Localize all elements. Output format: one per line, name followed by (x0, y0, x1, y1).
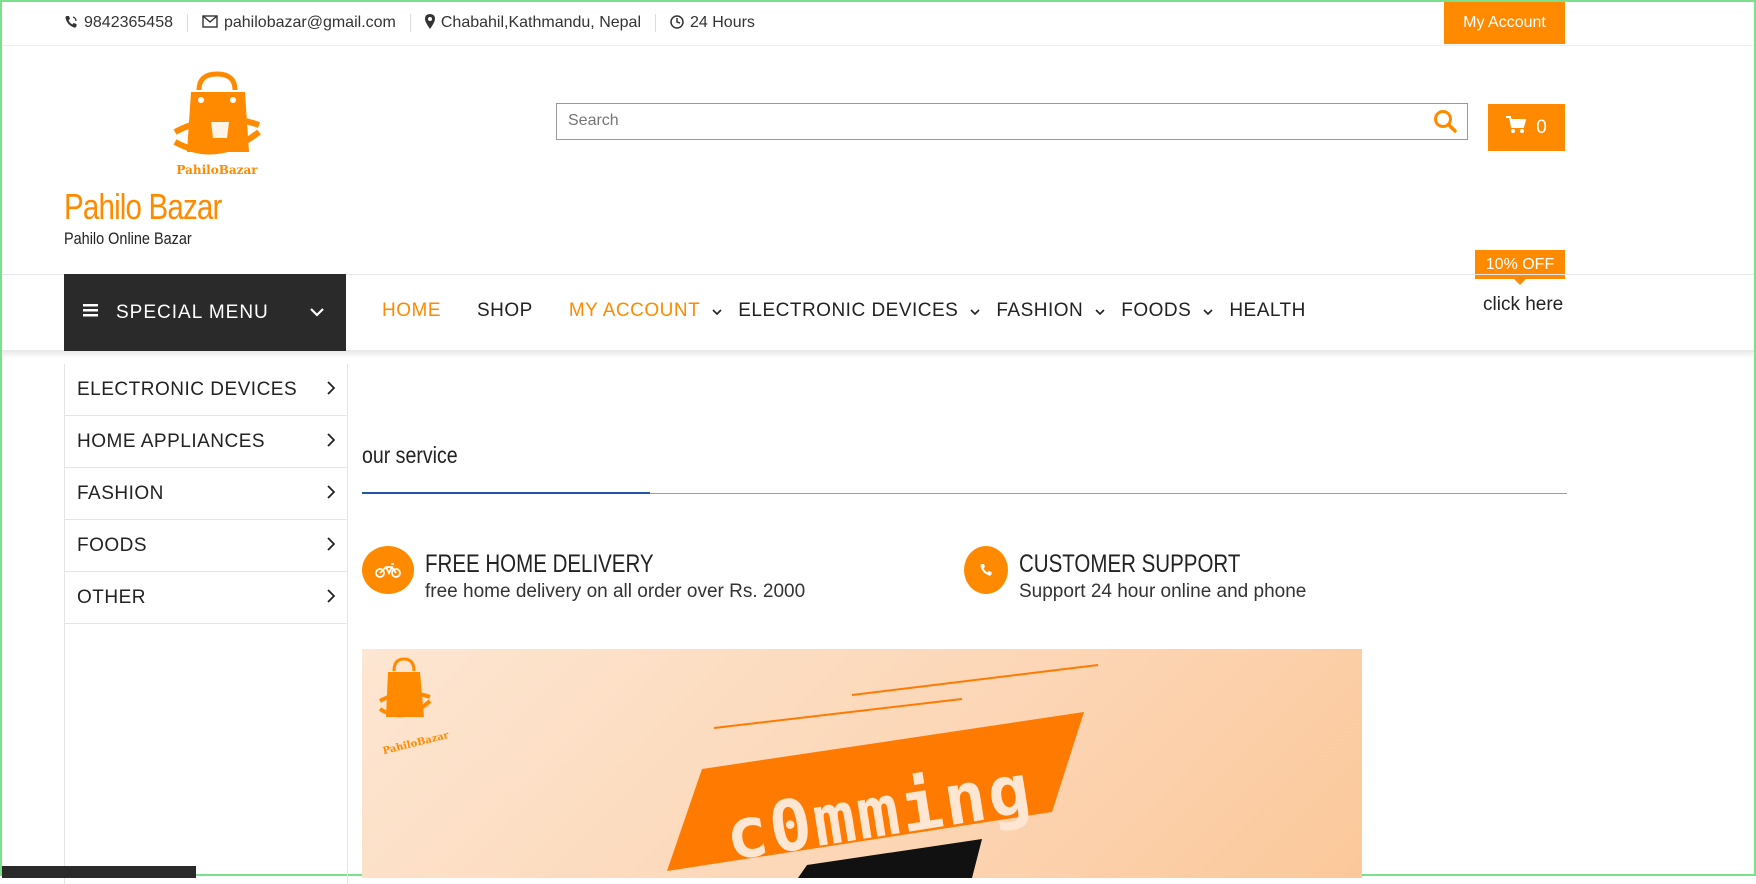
sidebar-item-label: FASHION (77, 482, 164, 504)
nav-shadow (2, 350, 1754, 358)
sidebar-item-label: OTHER (77, 586, 146, 608)
nav-item-home[interactable]: HOME (382, 300, 441, 322)
email-address[interactable]: pahilobazar@gmail.com (224, 14, 396, 32)
sidebar-item-label: FOODS (77, 534, 148, 556)
chevron-down-icon (1203, 300, 1213, 322)
coming-soon-banner[interactable]: PahiloBazar c0mming (362, 649, 1362, 878)
divider (409, 14, 411, 32)
chevron-down-icon (970, 300, 980, 322)
nav-item-health[interactable]: HEALTH (1229, 300, 1306, 322)
nav-item-label: MY ACCOUNT (568, 300, 701, 321)
offer-link[interactable]: click here (1483, 294, 1563, 316)
brand-name[interactable]: Pahilo Bazar (64, 186, 222, 228)
chevron-down-icon (310, 304, 324, 322)
cart-button[interactable]: 0 (1488, 104, 1565, 151)
special-menu-label: SPECIAL MENU (116, 301, 269, 323)
phone-volume-icon (64, 15, 78, 32)
cart-count: 0 (1536, 116, 1547, 138)
divider (186, 14, 188, 32)
sidebar-item-other[interactable]: OTHER (65, 572, 347, 624)
feature-customer-support: CUSTOMER SUPPORT Support 24 hour online … (964, 546, 1306, 603)
search-icon[interactable] (1433, 109, 1457, 138)
section-underline-accent (362, 492, 650, 494)
contact-info: 9842365458 pahilobazar@gmail.com Chabahi… (64, 14, 755, 32)
nav-item-label: HOME (382, 300, 441, 321)
nav-item-label: HEALTH (1229, 300, 1306, 321)
chevron-right-icon (327, 535, 336, 557)
hours-info: 24 Hours (670, 14, 755, 32)
chevron-down-icon (1095, 300, 1105, 322)
location-info: Chabahil,Kathmandu, Nepal (424, 14, 641, 32)
nav-item-foods[interactable]: FOODS (1121, 300, 1213, 322)
my-account-button[interactable]: My Account (1444, 2, 1565, 44)
search-input[interactable] (557, 104, 1419, 138)
email-info: pahilobazar@gmail.com (202, 14, 396, 32)
sidebar-item-foods[interactable]: FOODS (65, 520, 347, 572)
feature-title: CUSTOMER SUPPORT (1019, 550, 1241, 578)
phone-number[interactable]: 9842365458 (84, 14, 173, 32)
search-box (556, 103, 1468, 140)
nav-item-shop[interactable]: SHOP (477, 300, 533, 322)
sidebar-item-electronic-devices[interactable]: ELECTRONIC DEVICES (65, 364, 347, 416)
feature-free-delivery: FREE HOME DELIVERY free home delivery on… (362, 546, 805, 603)
map-marker-icon (424, 14, 435, 32)
feature-title: FREE HOME DELIVERY (425, 550, 654, 578)
brand-tagline: Pahilo Online Bazar (64, 229, 192, 248)
chevron-right-icon (327, 483, 336, 505)
decor-line (851, 664, 1099, 696)
banner-logo: PahiloBazar (378, 657, 451, 757)
feature-description: free home delivery on all order over Rs.… (425, 581, 806, 602)
category-sidebar: ELECTRONIC DEVICES HOME APPLIANCES FASHI… (64, 364, 348, 884)
bars-icon (83, 303, 98, 322)
phone-info: 9842365458 (64, 14, 173, 32)
top-bar: 9842365458 pahilobazar@gmail.com Chabahi… (2, 2, 1754, 46)
shopping-cart-icon (1506, 115, 1527, 140)
chevron-down-icon (712, 300, 722, 322)
sidebar-item-fashion[interactable]: FASHION (65, 468, 347, 520)
sidebar-item-label: ELECTRONIC DEVICES (77, 378, 298, 400)
nav-item-fashion[interactable]: FASHION (996, 300, 1105, 322)
envelope-icon (202, 15, 218, 31)
nav-item-my-account[interactable]: MY ACCOUNT (569, 300, 722, 322)
motorcycle-icon (362, 546, 414, 594)
phone-icon (964, 546, 1008, 594)
nav-item-electronic-devices[interactable]: ELECTRONIC DEVICES (738, 300, 980, 322)
banner-logo-text: PahiloBazar (382, 730, 451, 757)
section-title: our service (362, 442, 458, 468)
location-text: Chabahil,Kathmandu, Nepal (440, 14, 641, 31)
hours-text: 24 Hours (690, 14, 755, 31)
sidebar-item-home-appliances[interactable]: HOME APPLIANCES (65, 416, 347, 468)
site-logo[interactable]: PahiloBazar (167, 70, 267, 180)
chevron-right-icon (327, 431, 336, 453)
chevron-right-icon (327, 379, 336, 401)
special-menu-toggle[interactable]: SPECIAL MENU (64, 274, 346, 351)
nav-item-label: FASHION (996, 300, 1084, 321)
clock-icon (670, 14, 684, 32)
nav-item-label: FOODS (1121, 300, 1192, 321)
sidebar-item-label: HOME APPLIANCES (77, 430, 266, 452)
logo-text: PahiloBazar (176, 163, 258, 177)
chevron-right-icon (327, 587, 336, 609)
divider (655, 14, 656, 32)
nav-item-label: ELECTRONIC DEVICES (738, 300, 959, 321)
nav-item-label: SHOP (477, 300, 533, 321)
bottom-tab[interactable] (2, 866, 196, 878)
feature-description: Support 24 hour online and phone (1019, 581, 1307, 602)
main-nav: HOME SHOP MY ACCOUNT ELECTRONIC DEVICES … (382, 300, 1332, 322)
decor-line (713, 698, 963, 729)
